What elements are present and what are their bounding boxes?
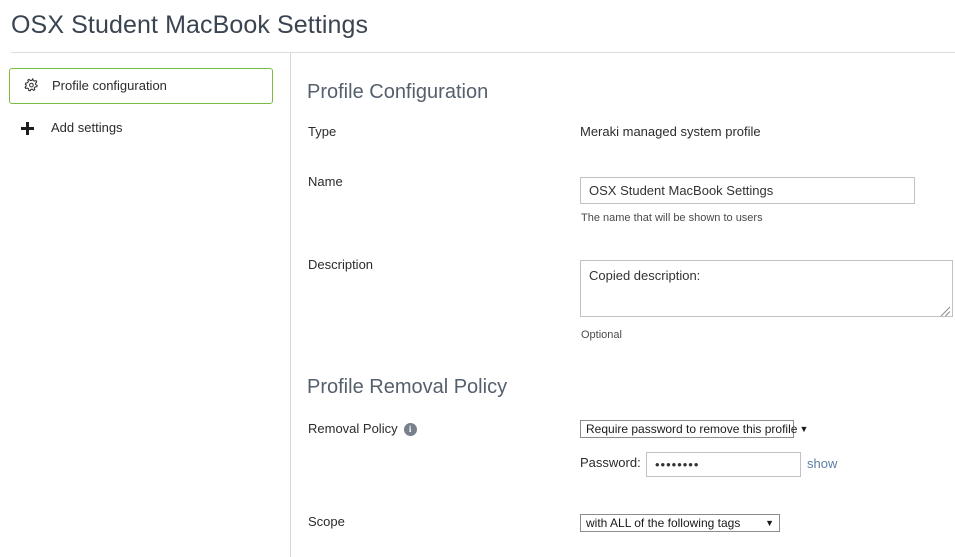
section-heading-profile-configuration: Profile Configuration bbox=[307, 81, 489, 103]
page-header: OSX Student MacBook Settings bbox=[0, 0, 955, 52]
chevron-down-icon: ▼ bbox=[799, 423, 809, 434]
section-heading-profile-removal-policy: Profile Removal Policy bbox=[307, 376, 508, 398]
scope-select-value: with ALL of the following tags bbox=[586, 515, 741, 530]
removal-policy-label: Removal Policy i bbox=[308, 421, 417, 437]
description-label: Description bbox=[308, 257, 374, 272]
plus-icon bbox=[21, 121, 34, 135]
add-settings-button[interactable]: Add settings bbox=[9, 114, 209, 142]
removal-policy-select-value: Require password to remove this profile bbox=[586, 421, 798, 436]
sidebar-item-label: Profile configuration bbox=[52, 78, 167, 93]
body-area: Profile configuration Add settings Profi… bbox=[0, 53, 955, 557]
description-helper-text: Optional bbox=[581, 329, 622, 341]
scope-label: Scope bbox=[308, 514, 345, 529]
password-label: Password: bbox=[580, 455, 641, 470]
main-content: Profile Configuration Type Meraki manage… bbox=[291, 53, 955, 557]
name-label: Name bbox=[308, 174, 343, 189]
sidebar-item-profile-configuration[interactable]: Profile configuration bbox=[9, 68, 273, 104]
gear-icon bbox=[22, 77, 41, 96]
type-label: Type bbox=[308, 124, 337, 139]
sidebar: Profile configuration Add settings bbox=[0, 53, 291, 557]
chevron-down-icon-scope: ▼ bbox=[765, 517, 774, 528]
type-value: Meraki managed system profile bbox=[580, 124, 761, 139]
add-settings-label: Add settings bbox=[51, 120, 123, 135]
info-icon[interactable]: i bbox=[403, 422, 417, 436]
scope-select[interactable]: with ALL of the following tags ▼ bbox=[580, 514, 780, 532]
page-title: OSX Student MacBook Settings bbox=[11, 11, 369, 39]
description-textarea-wrap: Copied description: bbox=[580, 260, 953, 317]
password-input[interactable] bbox=[646, 452, 801, 477]
removal-policy-label-text: Removal Policy bbox=[308, 421, 398, 436]
password-show-link[interactable]: show bbox=[807, 456, 837, 472]
name-helper-text: The name that will be shown to users bbox=[581, 212, 763, 224]
name-input[interactable] bbox=[580, 177, 915, 204]
description-textarea[interactable]: Copied description: bbox=[580, 260, 953, 317]
removal-policy-select[interactable]: Require password to remove this profile … bbox=[580, 420, 808, 438]
